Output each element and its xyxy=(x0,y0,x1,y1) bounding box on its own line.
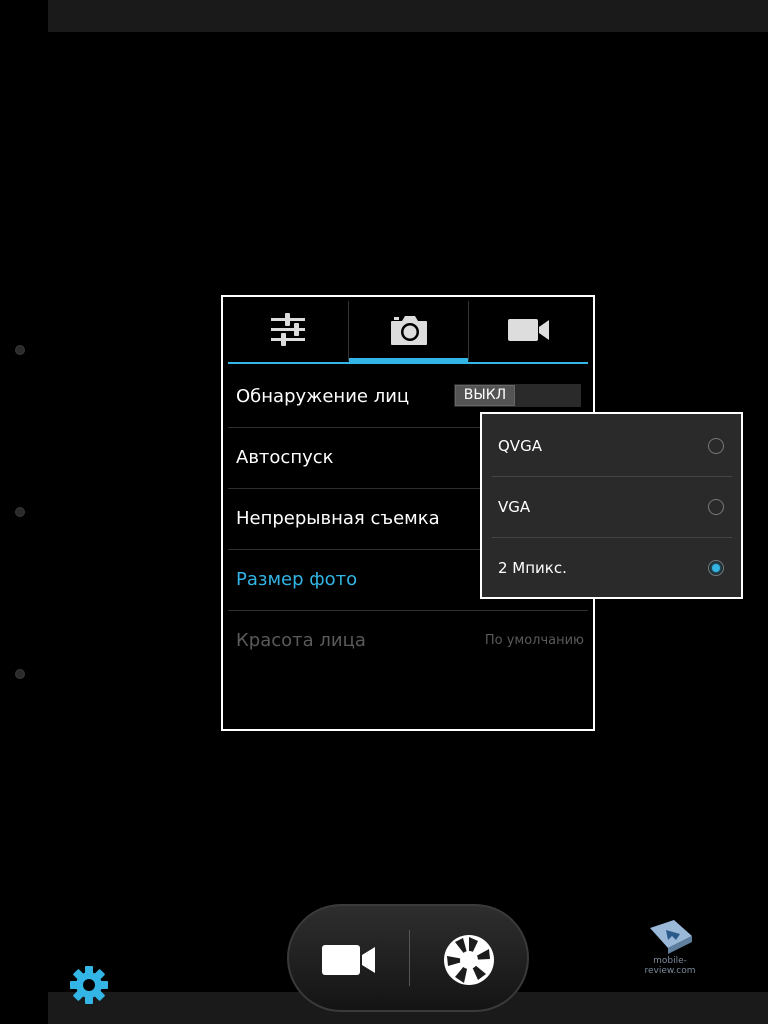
setting-face-beauty: Красота лица По умолчанию xyxy=(228,611,588,671)
tab-video-settings[interactable] xyxy=(469,297,588,363)
face-detection-toggle[interactable]: ВЫКЛ xyxy=(454,384,581,407)
setting-label: Размер фото xyxy=(236,569,358,590)
settings-tabs xyxy=(223,297,593,367)
video-camera-icon xyxy=(322,945,375,975)
setting-label: Красота лица xyxy=(236,630,366,651)
setting-label: Непрерывная съемка xyxy=(236,508,440,529)
radio-button[interactable] xyxy=(708,438,724,454)
watermark: mobile-review.com xyxy=(628,918,712,976)
side-indicator-dot xyxy=(15,507,25,517)
side-indicator-dot xyxy=(15,669,25,679)
option-label: QVGA xyxy=(498,437,542,455)
photo-size-popup: QVGA VGA 2 Мпикс. xyxy=(480,412,743,599)
watermark-text: mobile-review.com xyxy=(644,956,696,976)
radio-button[interactable] xyxy=(708,499,724,515)
video-camera-icon xyxy=(507,319,549,341)
active-tab-indicator xyxy=(349,358,468,364)
tab-photo-settings[interactable] xyxy=(349,297,468,363)
top-bar xyxy=(48,0,768,32)
shutter-button[interactable] xyxy=(429,926,509,994)
option-qvga[interactable]: QVGA xyxy=(482,416,741,477)
side-indicator-dot xyxy=(15,345,25,355)
option-label: 2 Мпикс. xyxy=(498,559,567,577)
camera-icon xyxy=(390,316,427,345)
video-mode-button[interactable] xyxy=(309,930,389,990)
radio-button-selected[interactable] xyxy=(708,560,724,576)
setting-label: Обнаружение лиц xyxy=(236,386,410,407)
toggle-state-label: ВЫКЛ xyxy=(455,385,515,406)
shutter-icon xyxy=(444,935,494,985)
tab-general-settings[interactable] xyxy=(228,297,347,363)
gear-icon xyxy=(70,966,108,1004)
option-vga[interactable]: VGA xyxy=(482,477,741,538)
setting-value: По умолчанию xyxy=(484,633,584,648)
option-2mp[interactable]: 2 Мпикс. xyxy=(482,538,741,599)
watermark-logo-icon xyxy=(650,920,692,954)
setting-label: Автоспуск xyxy=(236,447,334,468)
capture-controls xyxy=(287,904,529,1012)
settings-gear-button[interactable] xyxy=(68,964,110,1006)
sliders-icon xyxy=(270,313,305,346)
option-label: VGA xyxy=(498,498,531,516)
